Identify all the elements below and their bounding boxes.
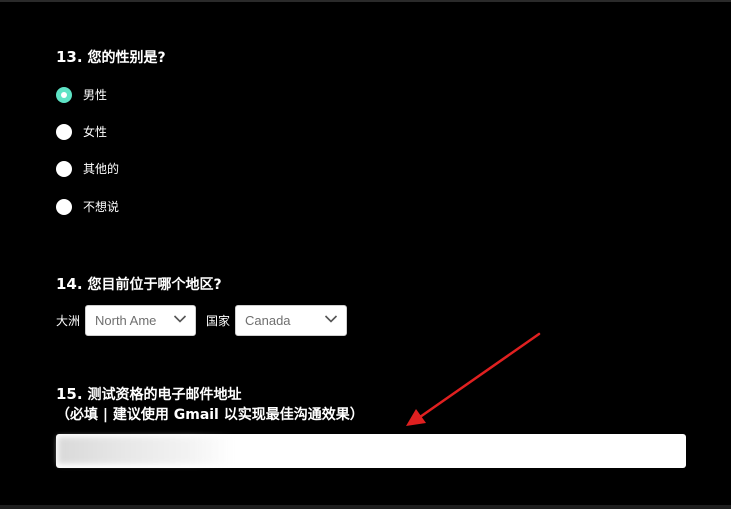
gender-option-label: 女性 xyxy=(83,125,108,139)
country-label: 国家 xyxy=(206,314,231,328)
gender-option-label: 男性 xyxy=(83,88,108,102)
window-top-border xyxy=(0,0,731,2)
country-select[interactable]: Canada xyxy=(235,305,347,336)
radio-icon[interactable] xyxy=(56,199,72,215)
question-14-title: 14. 您目前位于哪个地区? xyxy=(56,275,222,294)
gender-option-female[interactable]: 女性 xyxy=(56,123,107,141)
question-14-text: 您目前位于哪个地区? xyxy=(87,277,222,293)
continent-label: 大洲 xyxy=(56,314,81,328)
gender-option-other[interactable]: 其他的 xyxy=(56,160,119,178)
gender-option-label: 其他的 xyxy=(83,162,120,176)
gender-option-label: 不想说 xyxy=(83,200,120,214)
red-arrow-icon xyxy=(406,332,541,426)
question-15-text: 测试资格的电子邮件地址 xyxy=(87,387,242,403)
gender-option-prefer-not-to-say[interactable]: 不想说 xyxy=(56,198,119,216)
radio-icon[interactable] xyxy=(56,161,72,177)
question-15-title: 15. 测试资格的电子邮件地址 xyxy=(56,385,241,404)
gender-option-male[interactable]: 男性 xyxy=(56,86,107,104)
chevron-down-icon[interactable] xyxy=(173,314,187,324)
radio-selected-icon[interactable] xyxy=(56,87,72,103)
email-field[interactable] xyxy=(56,434,686,468)
question-13-number: 13. xyxy=(56,48,83,66)
question-15-number: 15. xyxy=(56,385,83,403)
country-select-value: Canada xyxy=(245,313,291,328)
question-14-number: 14. xyxy=(56,275,83,293)
question-15-subtitle: （必填 | 建议使用 Gmail 以实现最佳沟通效果） xyxy=(56,407,364,423)
window-bottom-border xyxy=(0,505,731,509)
question-13-title: 13. 您的性别是? xyxy=(56,48,166,67)
question-13-text: 您的性别是? xyxy=(87,50,166,66)
chevron-down-icon[interactable] xyxy=(324,314,338,324)
continent-select[interactable]: North America xyxy=(85,305,196,336)
radio-icon[interactable] xyxy=(56,124,72,140)
